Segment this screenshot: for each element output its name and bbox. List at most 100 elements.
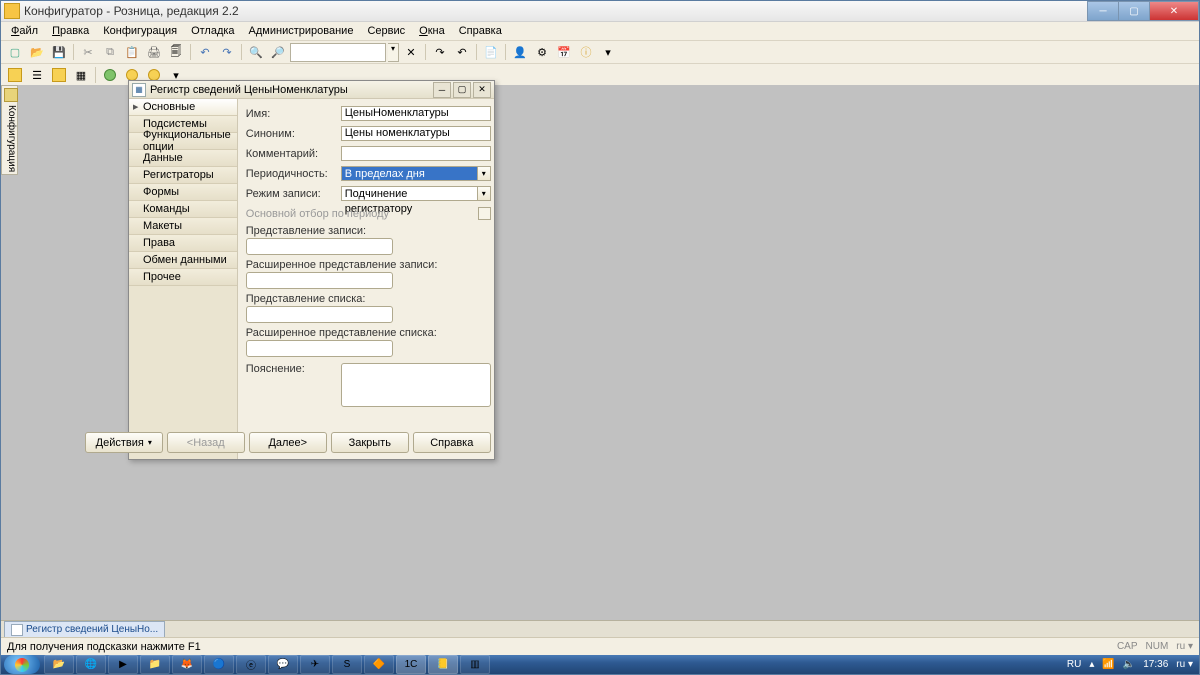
nav-main[interactable]: Основные — [129, 99, 237, 116]
find-next-button[interactable]: 🔎 — [268, 42, 288, 62]
dialog-titlebar[interactable]: ▦ Регистр сведений ЦеныНоменклатуры ─ ▢ … — [129, 81, 494, 99]
search-dropdown[interactable]: ▾ — [388, 43, 399, 62]
period-dropdown[interactable]: ▾ — [477, 166, 491, 181]
nav-exchange[interactable]: Обмен данными — [129, 252, 237, 269]
field-listpresext[interactable] — [246, 340, 393, 357]
tb2-props-button[interactable] — [49, 65, 69, 85]
field-writemode[interactable]: Подчинение регистратору — [341, 186, 477, 201]
app-title: Конфигуратор - Розница, редакция 2.2 — [24, 4, 1196, 18]
tb2-tree-button[interactable] — [5, 65, 25, 85]
nav-rights[interactable]: Права — [129, 235, 237, 252]
task-app2[interactable]: 📒 — [428, 655, 458, 674]
tb2-run-button[interactable] — [100, 65, 120, 85]
menu-file[interactable]: Файл — [5, 24, 44, 38]
field-explain[interactable] — [341, 363, 491, 407]
next-button[interactable]: Далее> — [249, 432, 327, 453]
clear-button[interactable]: ✕ — [401, 42, 421, 62]
task-firefox[interactable]: 🦊 — [172, 655, 202, 674]
task-explorer[interactable]: 📂 — [44, 655, 74, 674]
nav-other[interactable]: Прочее — [129, 269, 237, 286]
calendar-button[interactable]: 📅 — [554, 42, 574, 62]
tray-keyboard[interactable]: RU — [1067, 659, 1081, 670]
taskbar: 📂 🌐 ▶ 📁 🦊 🔵 ⓔ 💬 ✈ S 🔶 1C 📒 ▥ RU ▴ 📶 🔈 17… — [1, 655, 1199, 674]
syntax-button[interactable]: 📄 — [481, 42, 501, 62]
field-listpres[interactable] — [246, 306, 393, 323]
user-button[interactable]: 👤 — [510, 42, 530, 62]
checkbox-mainfilter[interactable] — [478, 207, 491, 220]
save-button[interactable]: 💾 — [49, 42, 69, 62]
task-app1[interactable]: 🔶 — [364, 655, 394, 674]
menu-edit[interactable]: Правка — [46, 24, 95, 38]
writemode-dropdown[interactable]: ▾ — [477, 186, 491, 201]
menu-service[interactable]: Сервис — [361, 24, 411, 38]
close-dialog-button[interactable]: Закрыть — [331, 432, 409, 453]
more-button[interactable]: ▾ — [598, 42, 618, 62]
task-telegram[interactable]: ✈ — [300, 655, 330, 674]
field-period[interactable]: В пределах дня — [341, 166, 477, 181]
field-synonym[interactable] — [341, 126, 491, 141]
undo-button[interactable]: ↶ — [195, 42, 215, 62]
search-input[interactable] — [290, 43, 386, 62]
field-name[interactable] — [341, 106, 491, 121]
help-button[interactable]: ⓘ — [576, 42, 596, 62]
goto-button[interactable]: ↷ — [430, 42, 450, 62]
dialog-register: ▦ Регистр сведений ЦеныНоменклатуры ─ ▢ … — [128, 80, 495, 460]
task-whatsapp[interactable]: 💬 — [268, 655, 298, 674]
label-writemode: Режим записи: — [246, 188, 341, 200]
cut-button[interactable]: ✂ — [78, 42, 98, 62]
tray-sound-icon[interactable]: 🔈 — [1123, 659, 1135, 670]
back-button[interactable]: <Назад — [167, 432, 245, 453]
task-ie[interactable]: 🌐 — [76, 655, 106, 674]
label-recpresext: Расширенное представление записи: — [246, 259, 438, 271]
compare-button[interactable]: 🗐 — [166, 42, 186, 62]
tray-clock[interactable]: 17:36 — [1143, 659, 1168, 670]
dialog-close-button[interactable]: ✕ — [473, 82, 491, 98]
tray-network-icon[interactable]: 📶 — [1102, 659, 1114, 670]
paste-button[interactable]: 📋 — [122, 42, 142, 62]
actions-button[interactable]: Действия▾ — [85, 432, 163, 453]
task-media[interactable]: ▶ — [108, 655, 138, 674]
dialog-max-button[interactable]: ▢ — [453, 82, 471, 98]
tray-up-icon[interactable]: ▴ — [1089, 659, 1094, 670]
task-1c[interactable]: 1C — [396, 655, 426, 674]
menu-config[interactable]: Конфигурация — [97, 24, 183, 38]
task-skype[interactable]: S — [332, 655, 362, 674]
menu-admin[interactable]: Администрирование — [243, 24, 360, 38]
field-recpresext[interactable] — [246, 272, 393, 289]
redo-button[interactable]: ↷ — [217, 42, 237, 62]
window-tab-register[interactable]: Регистр сведений ЦеныНо... — [4, 621, 165, 638]
field-recpres[interactable] — [246, 238, 393, 255]
statusbar: Для получения подсказки нажмите F1 CAP N… — [1, 637, 1199, 655]
tb2-list-button[interactable]: ☰ — [27, 65, 47, 85]
calc-button[interactable]: ⚙ — [532, 42, 552, 62]
menu-help[interactable]: Справка — [453, 24, 508, 38]
task-app3[interactable]: ▥ — [460, 655, 490, 674]
new-button[interactable]: ▢ — [5, 42, 25, 62]
goto2-button[interactable]: ↶ — [452, 42, 472, 62]
nav-funcopts[interactable]: Функциональные опции — [129, 133, 237, 150]
find-button[interactable]: 🔍 — [246, 42, 266, 62]
minimize-button[interactable]: ─ — [1087, 1, 1119, 21]
dialog-min-button[interactable]: ─ — [433, 82, 451, 98]
tray-lang[interactable]: ru ▾ — [1176, 659, 1193, 670]
nav-layouts[interactable]: Макеты — [129, 218, 237, 235]
nav-commands[interactable]: Команды — [129, 201, 237, 218]
menu-debug[interactable]: Отладка — [185, 24, 240, 38]
start-button[interactable] — [4, 655, 40, 674]
task-edge[interactable]: ⓔ — [236, 655, 266, 674]
copy-button[interactable]: ⧉ — [100, 42, 120, 62]
close-button[interactable]: ✕ — [1149, 1, 1199, 21]
workarea: Конфигурация ▦ Регистр сведений ЦеныНоме… — [1, 85, 1199, 619]
menu-windows[interactable]: Окна — [413, 24, 451, 38]
task-folder[interactable]: 📁 — [140, 655, 170, 674]
tb2-grid-button[interactable]: ▦ — [71, 65, 91, 85]
nav-registrators[interactable]: Регистраторы — [129, 167, 237, 184]
field-comment[interactable] — [341, 146, 491, 161]
help-dialog-button[interactable]: Справка — [413, 432, 491, 453]
nav-forms[interactable]: Формы — [129, 184, 237, 201]
side-tab-config[interactable]: Конфигурация — [1, 85, 18, 175]
maximize-button[interactable]: ▢ — [1118, 1, 1150, 21]
open-button[interactable]: 📂 — [27, 42, 47, 62]
print-button[interactable]: 🖨 — [144, 42, 164, 62]
task-chrome[interactable]: 🔵 — [204, 655, 234, 674]
